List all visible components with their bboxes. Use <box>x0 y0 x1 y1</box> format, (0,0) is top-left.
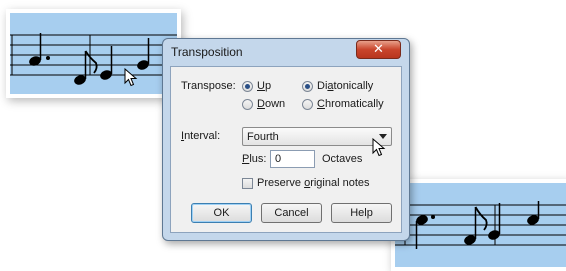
radio-up-label: Up <box>257 80 272 92</box>
interval-select-value: Fourth <box>247 131 279 143</box>
staff-lines <box>10 34 177 76</box>
radio-diatonically-label: Diatonically <box>317 80 374 92</box>
dialog-client-area: Transpose: Up Down Diatonically Chromati… <box>170 66 402 233</box>
preserve-original-checkbox[interactable] <box>242 178 253 189</box>
dialog-title: Transposition <box>171 45 243 59</box>
mouse-cursor-icon <box>372 138 386 157</box>
transposition-dialog: Transposition ✕ Transpose: Up Down Diato… <box>162 38 410 241</box>
close-button[interactable]: ✕ <box>356 40 401 59</box>
mouse-cursor-icon <box>124 68 138 87</box>
close-icon: ✕ <box>373 42 384 57</box>
original-notes-panel <box>10 13 177 94</box>
music-staff-transposed <box>395 201 566 249</box>
plus-input[interactable]: 0 <box>270 150 315 168</box>
note-eighth <box>74 50 98 85</box>
note-quarter-1 <box>100 46 113 80</box>
note-quarter-1 <box>488 203 501 240</box>
note-eighth <box>464 206 488 245</box>
radio-diatonically-circle[interactable] <box>302 81 313 92</box>
radio-chromatically-circle[interactable] <box>302 99 313 110</box>
radio-down-label: Down <box>257 98 286 110</box>
note-dotted-quarter <box>29 33 50 66</box>
interval-label: Interval: <box>181 130 221 142</box>
transpose-label: Transpose: <box>181 80 236 92</box>
staff-lines <box>395 204 566 246</box>
preserve-original-label: Preserve original notes <box>257 177 370 189</box>
help-button[interactable]: Help <box>331 203 392 223</box>
interval-select[interactable]: Fourth <box>242 127 392 146</box>
music-staff-original <box>10 33 177 85</box>
titlebar: Transposition ✕ <box>163 39 409 66</box>
octaves-label: Octaves <box>322 153 363 165</box>
radio-chromatically-label: Chromatically <box>317 98 384 110</box>
plus-label: Plus: <box>242 153 267 165</box>
radio-down-circle[interactable] <box>242 99 253 110</box>
ok-button[interactable]: OK <box>191 203 252 223</box>
note-dotted-quarter <box>415 215 435 249</box>
cancel-button[interactable]: Cancel <box>261 203 322 223</box>
transposed-notes-panel <box>395 183 566 267</box>
radio-up-circle[interactable] <box>242 81 253 92</box>
